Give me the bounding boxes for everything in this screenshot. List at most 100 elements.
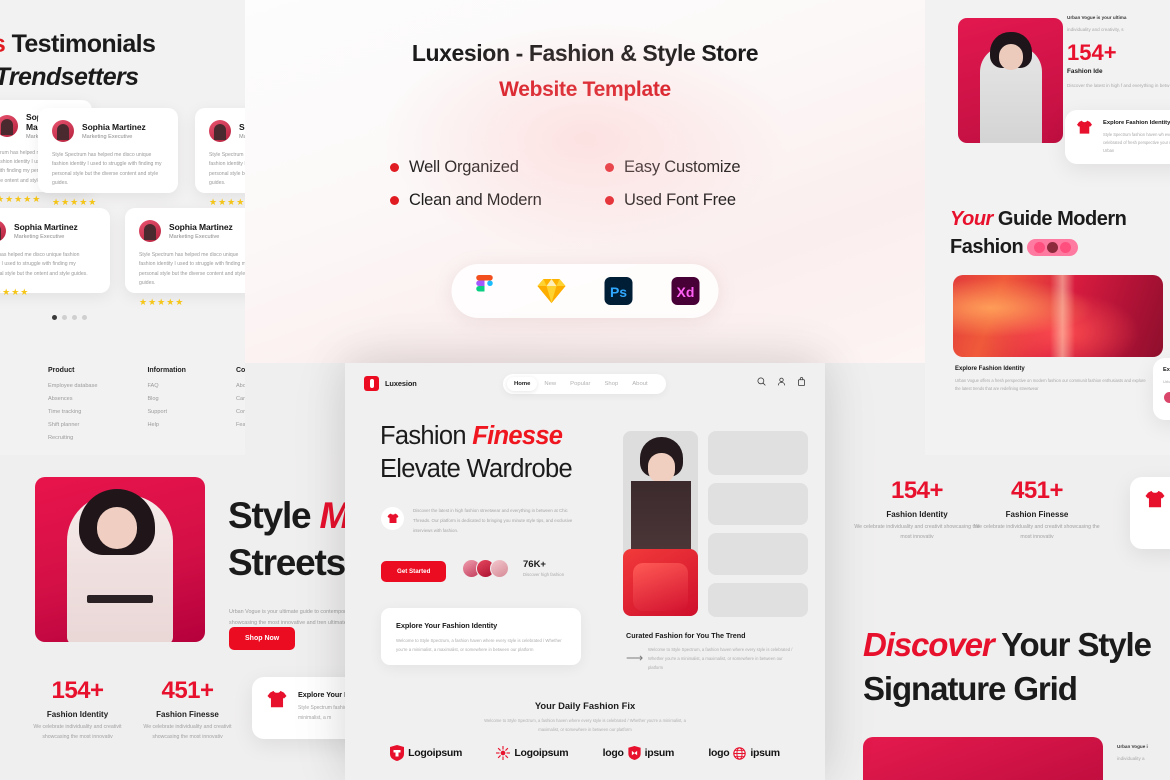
stat-sub: We celebrate individuality and creativit…	[974, 524, 1100, 540]
stat-sub: We celebrate individuality and creativit…	[143, 724, 232, 740]
testimonial-card[interactable]: Sophia Martinez Marketing Executive ctru…	[0, 208, 110, 297]
heading-red: Me	[320, 495, 345, 536]
stat-block: 154+ Fashion Identity We celebrate indiv…	[853, 477, 981, 543]
arrow-right-icon[interactable]: ⟶	[626, 651, 643, 665]
carousel-dot-3[interactable]	[72, 315, 77, 320]
user-icon[interactable]	[777, 377, 786, 386]
card-body: Welcome to Style Spectrum, a fashion hav…	[396, 638, 562, 653]
nav-item-popular[interactable]: Popular	[563, 377, 597, 391]
nav-item-home[interactable]: Home	[507, 377, 538, 391]
partner-logo-strip: Logoipsum Logoipsum logo ipsum logo ipsu…	[345, 745, 825, 761]
footer-link[interactable]: Absences	[48, 396, 97, 402]
footer-link[interactable]: Support	[147, 409, 186, 415]
hero-avatar-group	[462, 559, 509, 578]
testimonial-body: ctrum has helped me disco unique fashion…	[0, 252, 88, 277]
footer-link[interactable]: Employee database	[48, 383, 97, 389]
template-preview-canvas: cess Testimonials om Trendsetters Sophia…	[0, 0, 1170, 780]
feature-label: Well Organized	[409, 158, 519, 176]
heading-rest: Testimonials	[5, 30, 156, 58]
model-face	[999, 44, 1023, 70]
stat-label: Fashion Identity	[886, 510, 948, 519]
bottom-note-bold: Urban Vogue i	[1117, 744, 1148, 749]
avatar	[52, 120, 74, 142]
explore-card-title: Explore Fashion Identity	[1103, 120, 1170, 126]
nav-item-shop[interactable]: Shop	[597, 377, 625, 391]
stat-label: Fashion Finesse	[156, 710, 219, 719]
logo-text: Logoipsum	[514, 747, 569, 759]
shop-now-button[interactable]: Shop Now	[229, 627, 296, 650]
carousel-dot-2[interactable]	[62, 315, 67, 320]
guide-heading: Your Guide Modern Fashion	[950, 205, 1127, 261]
side-card-body: Urban Vogue is your u We celebrate indiv…	[1163, 379, 1170, 384]
side-explore-card[interactable]: Explore Fashi Urban Vogue is your u We c…	[1153, 358, 1170, 420]
panel-guide-modern-fashion: Urban Vogue is your ultima individuality…	[925, 0, 1170, 455]
logo-item: logo ipsum	[708, 746, 780, 760]
shield-logo-icon	[390, 745, 405, 761]
avatar	[139, 220, 161, 242]
bullet-icon	[605, 196, 614, 205]
bag-icon[interactable]	[797, 377, 806, 386]
feature-label: Used Font Free	[624, 191, 736, 209]
footer-link[interactable]: Car	[236, 396, 245, 402]
bullet-icon	[605, 163, 614, 172]
photoshop-icon: Ps	[601, 274, 635, 308]
avatar	[1163, 390, 1170, 404]
footer-link[interactable]: Recruiting	[48, 435, 97, 441]
panel-discover-signature-grid: 154+ Fashion Identity We celebrate indiv…	[845, 455, 1170, 780]
footer-link[interactable]: Help	[147, 422, 186, 428]
carousel-dot-4[interactable]	[82, 315, 87, 320]
footer-link[interactable]: Fea	[236, 422, 245, 428]
testimonial-name: Sophia Martinez	[14, 222, 78, 233]
footer-links: Product Employee database Absences Time …	[48, 367, 245, 448]
footer-link[interactable]: Time tracking	[48, 409, 97, 415]
testimonial-header: Sophia Martinez Marketing Executive	[0, 220, 96, 242]
explore-card[interactable]: Explore Your Fa Style Spectrum fashio yo…	[252, 677, 345, 739]
footer-link[interactable]: Blog	[147, 396, 186, 402]
bullet-icon	[390, 163, 399, 172]
preview-header: Luxesion - Fashion & Style Store Website…	[245, 0, 925, 363]
rating-stars: ★★★★★	[52, 196, 98, 207]
page-title: Luxesion - Fashion & Style Store	[411, 40, 759, 66]
bullet-icon	[390, 196, 399, 205]
footer-link[interactable]: Con	[236, 409, 245, 415]
explore-card-body: Style Spectrum fashio you're a minimalis…	[298, 705, 345, 721]
nav-item-about[interactable]: About	[625, 377, 654, 391]
hero-line2: Elevate Wardrobe	[380, 454, 573, 483]
mockup-navbar: Luxesion Home New Popular Shop About	[345, 363, 825, 403]
daily-fix-body: Welcome to Style Spectrum, a fashion hav…	[484, 718, 686, 733]
tshirt-icon	[267, 690, 287, 708]
search-icon[interactable]	[757, 377, 766, 386]
heading-pre: Style	[228, 495, 320, 536]
testimonial-body: Style Spectrum has helped me disco uniqu…	[209, 152, 245, 187]
explore-identity-card[interactable]: Explore Your Fashion Identity Welcome to…	[381, 608, 581, 665]
grid-placeholder	[708, 583, 808, 617]
get-started-button[interactable]: Get Started	[381, 561, 447, 582]
nav-item-new[interactable]: New	[537, 377, 563, 391]
feature-item: Well Organized	[390, 158, 605, 177]
svg-text:Ps: Ps	[610, 284, 627, 300]
feature-label: Clean and Modern	[409, 191, 542, 209]
explore-card[interactable]: Explore Fashion Identity Style Spectrum …	[1065, 110, 1170, 164]
stat-label: Fashion Finesse	[1005, 510, 1069, 519]
avatar-pill	[1027, 239, 1079, 257]
footer-link[interactable]: Shift planner	[48, 422, 97, 428]
logo-text-pre: logo	[602, 747, 624, 759]
carousel-dot-1[interactable]	[52, 315, 57, 320]
curated-body: Welcome to Style Spectrum, a fashion hav…	[648, 647, 793, 670]
explore-card[interactable]	[1130, 477, 1170, 549]
pill-avatar	[1060, 242, 1072, 254]
carousel-dots[interactable]	[52, 315, 87, 320]
footer-link[interactable]: Abo	[236, 383, 245, 389]
testimonial-card[interactable]: Sophia Martinez Marketing Executive Styl…	[195, 108, 245, 207]
hero-line1-pre: Fashion	[380, 422, 473, 450]
footer-link[interactable]: FAQ	[147, 383, 186, 389]
testimonial-card[interactable]: Sophia Martinez Marketing Executive Styl…	[38, 108, 178, 207]
testimonial-card[interactable]: Sophia Martinez Marketing Executive Styl…	[125, 208, 245, 307]
software-compatibility-bar: Ps Xd	[451, 264, 719, 318]
avatar	[490, 559, 509, 578]
tshirt-icon	[1145, 490, 1165, 508]
explore-card-title: Explore Your Fa	[298, 690, 345, 699]
explore-block: Explore Fashion Identity Urban Vogue off…	[955, 366, 1150, 393]
logo-text: Luxesion	[385, 379, 417, 388]
footer-column-information: Information FAQ Blog Support Help	[147, 367, 186, 448]
